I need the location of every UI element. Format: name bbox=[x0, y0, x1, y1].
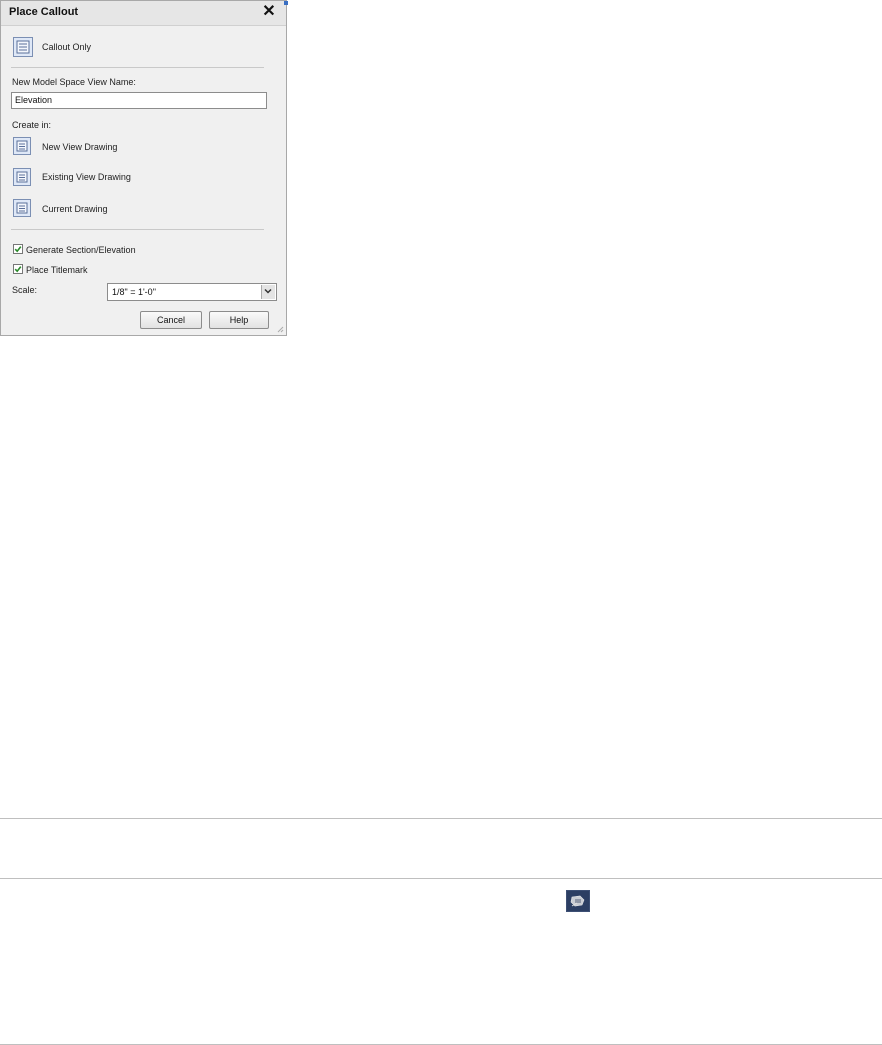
scale-select[interactable]: 1/8" = 1'-0" bbox=[107, 283, 277, 301]
help-button[interactable]: Help bbox=[209, 311, 269, 329]
cancel-button[interactable]: Cancel bbox=[140, 311, 202, 329]
create-in-label: Create in: bbox=[12, 120, 52, 130]
current-drawing-button[interactable] bbox=[13, 199, 31, 217]
place-titlemark-checkbox[interactable] bbox=[13, 264, 23, 274]
checkmark-icon bbox=[14, 246, 22, 253]
existing-view-drawing-button[interactable] bbox=[13, 168, 31, 186]
view-name-label: New Model Space View Name: bbox=[12, 77, 136, 87]
dialog-titlebar[interactable]: Place Callout ✕ bbox=[1, 1, 286, 26]
existing-view-drawing-label: Existing View Drawing bbox=[42, 172, 131, 182]
dialog-title: Place Callout bbox=[9, 6, 79, 18]
separator-bottom bbox=[11, 229, 264, 230]
place-callout-dialog: Place Callout ✕ Callout Only New Model S… bbox=[0, 0, 288, 336]
view-drawing-icon bbox=[16, 171, 28, 183]
chevron-down-icon[interactable] bbox=[261, 285, 275, 299]
callout-icon bbox=[16, 40, 30, 54]
scale-value: 1/8" = 1'-0" bbox=[112, 287, 156, 297]
view-drawing-icon bbox=[16, 202, 28, 214]
view-name-input[interactable]: Elevation bbox=[11, 92, 267, 109]
titlebar-accent bbox=[284, 1, 288, 5]
checkmark-icon bbox=[14, 266, 22, 273]
callout-only-label: Callout Only bbox=[42, 42, 92, 52]
current-drawing-label: Current Drawing bbox=[42, 204, 108, 214]
page-divider-1 bbox=[0, 818, 882, 819]
new-view-drawing-button[interactable] bbox=[13, 137, 31, 155]
generate-section-label: Generate Section/Elevation bbox=[26, 245, 136, 255]
generate-section-checkbox[interactable] bbox=[13, 244, 23, 254]
callout-only-button[interactable] bbox=[13, 37, 33, 57]
new-view-drawing-label: New View Drawing bbox=[42, 142, 118, 152]
callout-tool-icon[interactable] bbox=[566, 890, 590, 912]
separator-top bbox=[11, 67, 264, 68]
close-icon[interactable]: ✕ bbox=[262, 4, 276, 20]
place-titlemark-label: Place Titlemark bbox=[26, 265, 88, 275]
scale-label: Scale: bbox=[12, 285, 38, 295]
page-divider-2 bbox=[0, 878, 882, 879]
view-drawing-icon bbox=[16, 140, 28, 152]
resize-grip-icon[interactable] bbox=[276, 325, 284, 333]
